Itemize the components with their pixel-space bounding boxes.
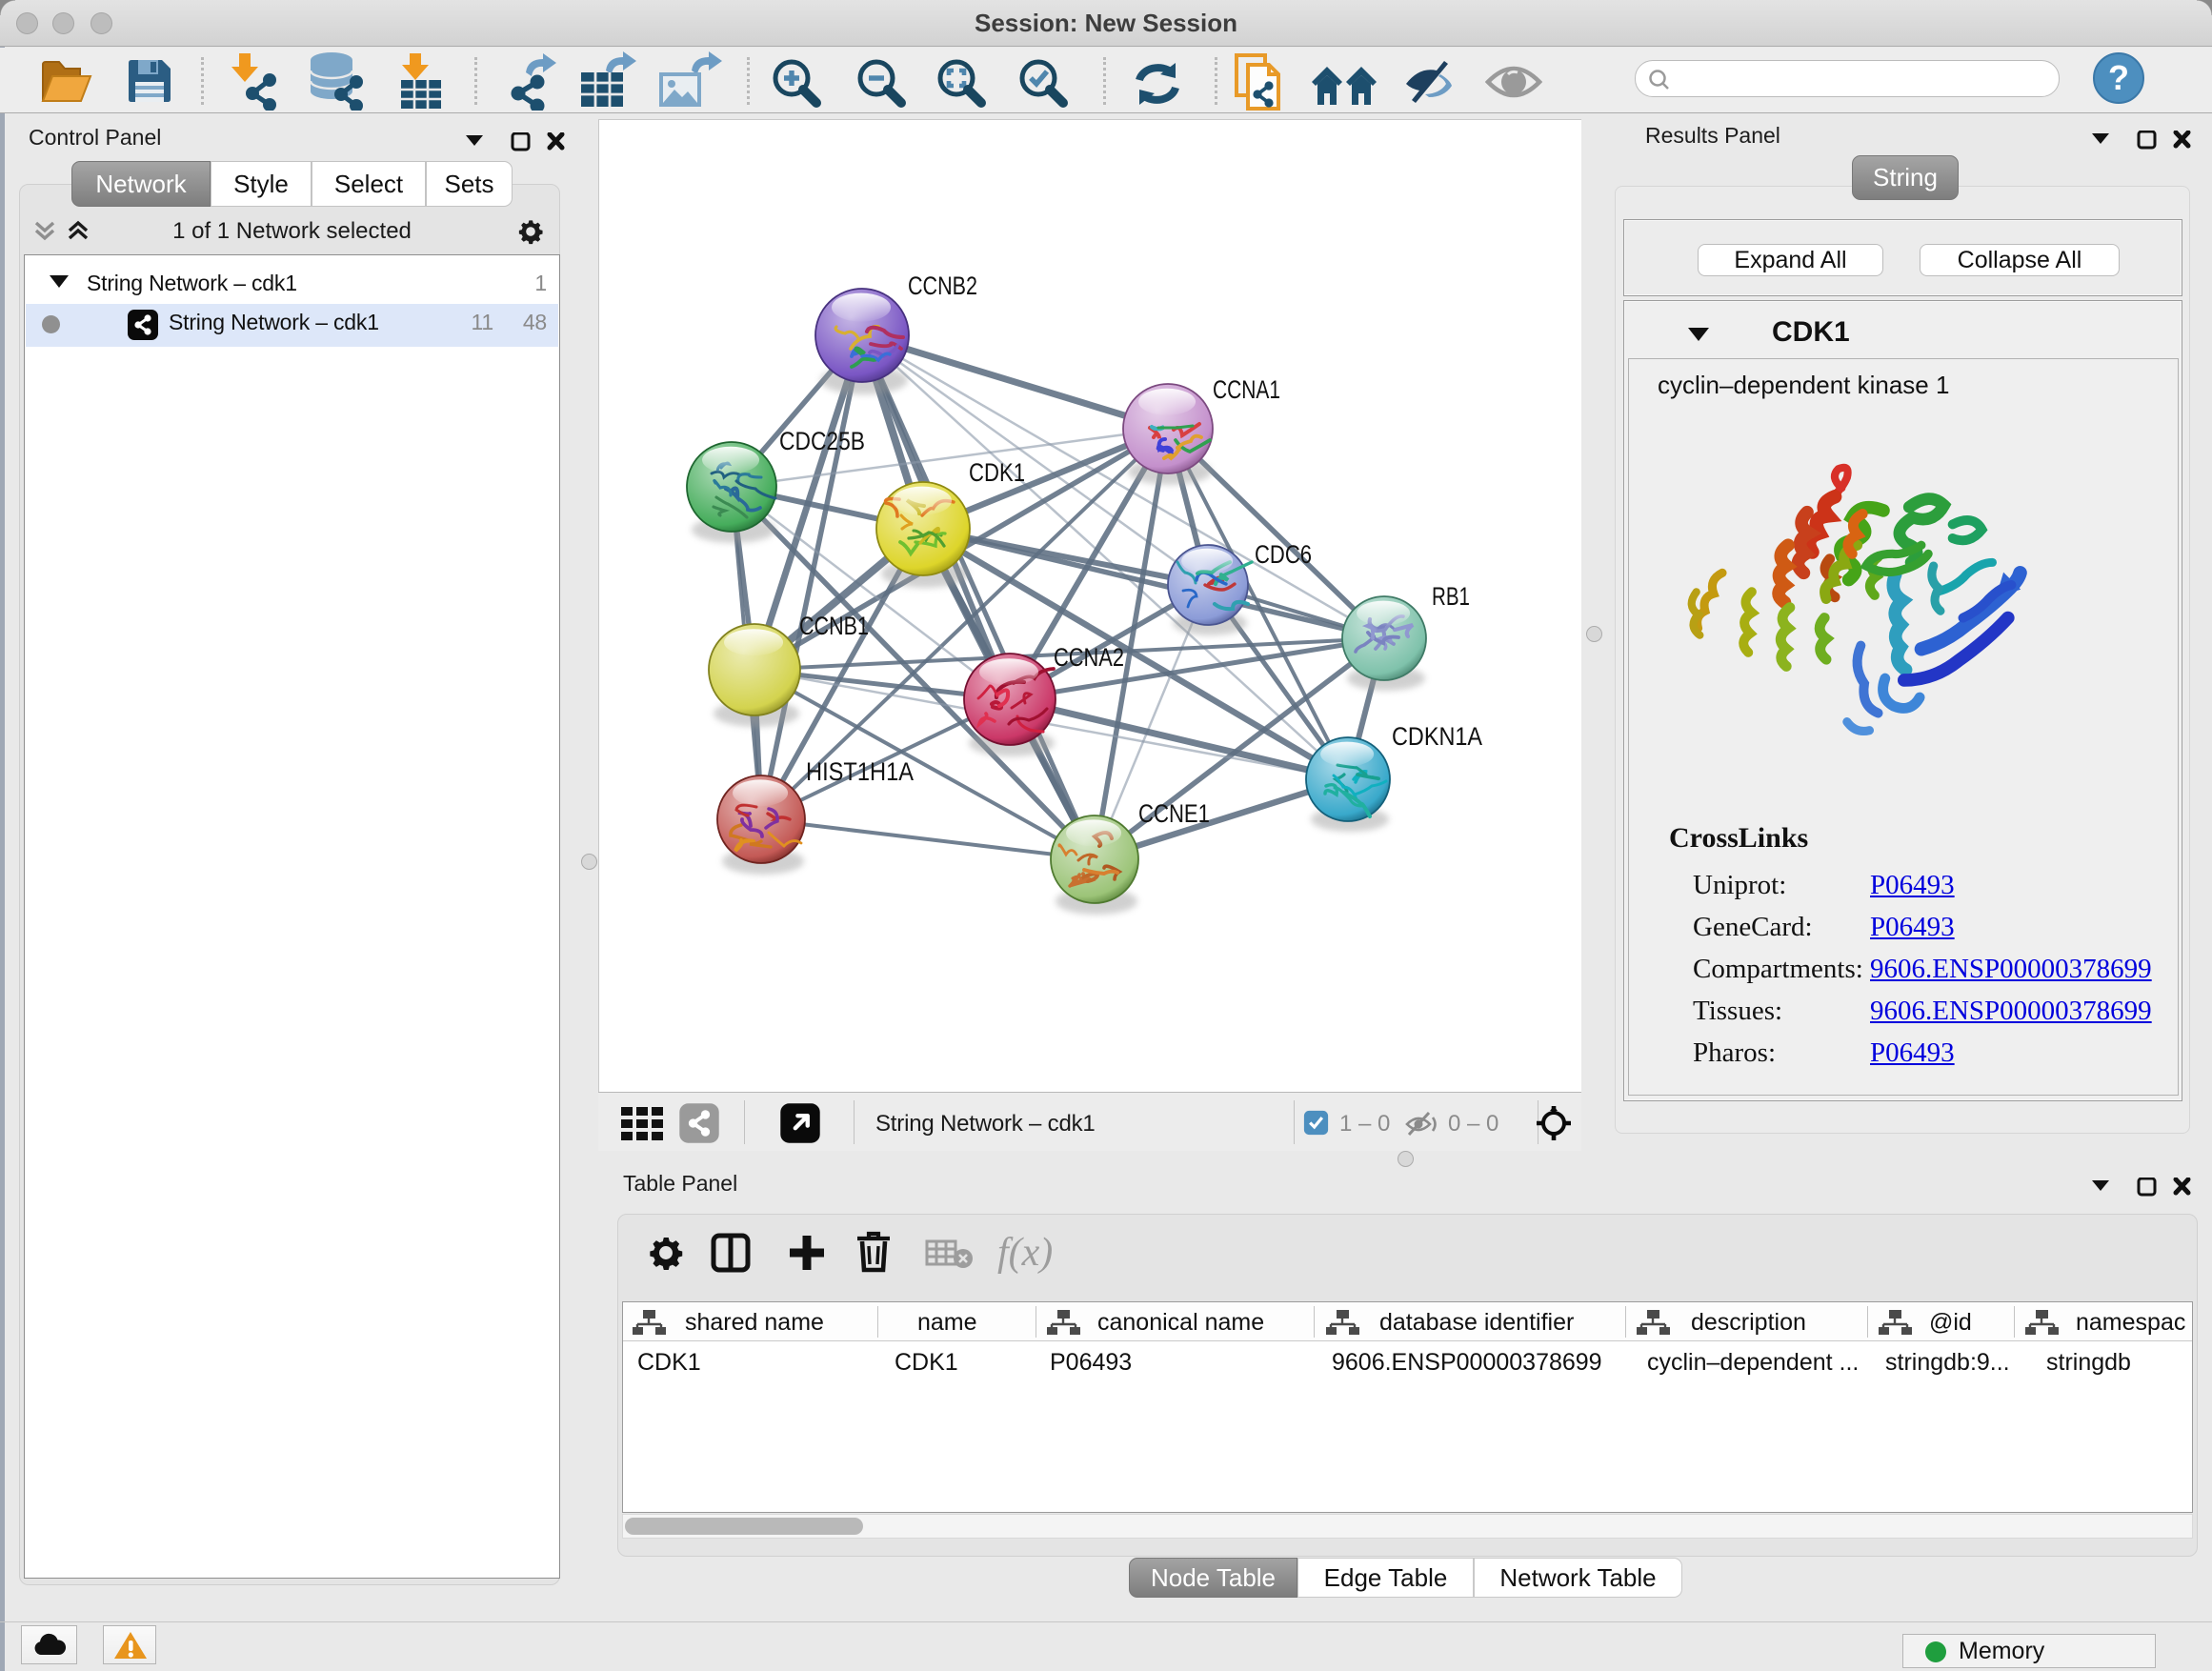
- svg-text:CCNB2: CCNB2: [908, 272, 977, 300]
- svg-text:CCNA1: CCNA1: [1213, 375, 1280, 404]
- svg-text:CCNA2: CCNA2: [1054, 643, 1124, 672]
- svg-text:CDC6: CDC6: [1255, 540, 1312, 569]
- svg-text:RB1: RB1: [1432, 582, 1470, 611]
- svg-text:CCNE1: CCNE1: [1138, 799, 1210, 828]
- svg-text:CDK1: CDK1: [969, 458, 1025, 487]
- svg-text:HIST1H1A: HIST1H1A: [806, 757, 914, 786]
- svg-text:CDC25B: CDC25B: [779, 427, 865, 455]
- svg-text:?: ?: [2108, 58, 2129, 97]
- svg-text:CDKN1A: CDKN1A: [1392, 722, 1482, 751]
- svg-text:CCNB1: CCNB1: [799, 612, 869, 640]
